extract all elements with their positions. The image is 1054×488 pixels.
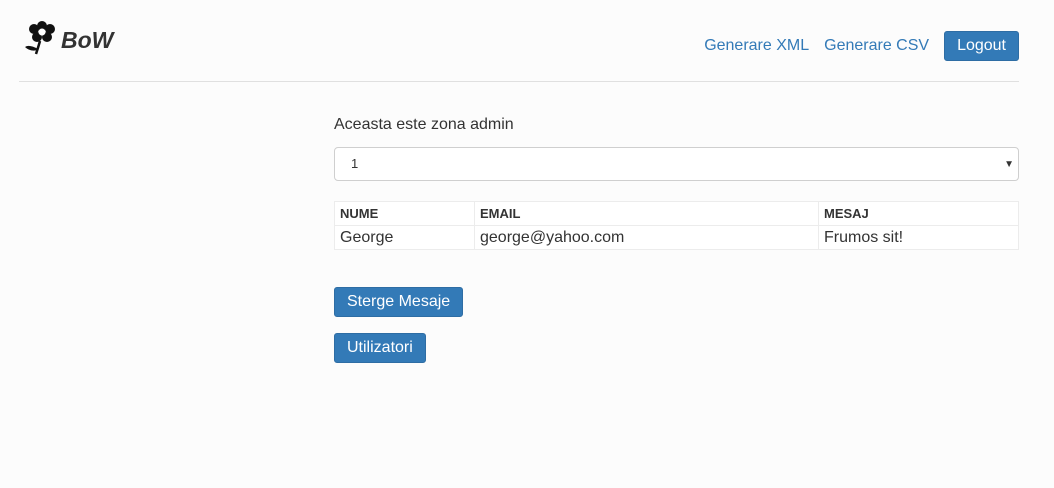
top-nav: Generare XML Generare CSV Logout <box>704 31 1019 61</box>
cell-mesaj: Frumos sit! <box>818 225 1019 250</box>
flower-icon <box>25 21 55 55</box>
brand-name: BoW <box>61 26 114 53</box>
logout-button[interactable]: Logout <box>944 31 1019 61</box>
generate-csv-link[interactable]: Generare CSV <box>824 37 929 55</box>
table-row: George george@yahoo.com Frumos sit! <box>334 225 1019 250</box>
header: BoW Generare XML Generare CSV Logout <box>19 0 1019 82</box>
cell-email: george@yahoo.com <box>474 225 819 250</box>
admin-panel: Aceasta este zona admin 1 ▼ NUME EMAIL M… <box>334 116 1019 379</box>
messages-table: NUME EMAIL MESAJ George george@yahoo.com… <box>334 201 1019 250</box>
select-value: 1 <box>351 156 359 171</box>
cell-nume: George <box>334 225 475 250</box>
column-header-email: EMAIL <box>474 201 819 226</box>
generate-xml-link[interactable]: Generare XML <box>704 37 809 55</box>
page-select[interactable]: 1 ▼ <box>334 147 1019 181</box>
users-button[interactable]: Utilizatori <box>334 333 426 363</box>
table-header-row: NUME EMAIL MESAJ <box>334 201 1019 226</box>
action-buttons: Sterge Mesaje Utilizatori <box>334 287 1019 363</box>
zone-heading: Aceasta este zona admin <box>334 116 514 133</box>
column-header-mesaj: MESAJ <box>818 201 1019 226</box>
column-header-nume: NUME <box>334 201 475 226</box>
delete-messages-button[interactable]: Sterge Mesaje <box>334 287 464 317</box>
caret-down-icon: ▼ <box>1004 159 1014 170</box>
logo[interactable]: BoW <box>21 14 113 58</box>
